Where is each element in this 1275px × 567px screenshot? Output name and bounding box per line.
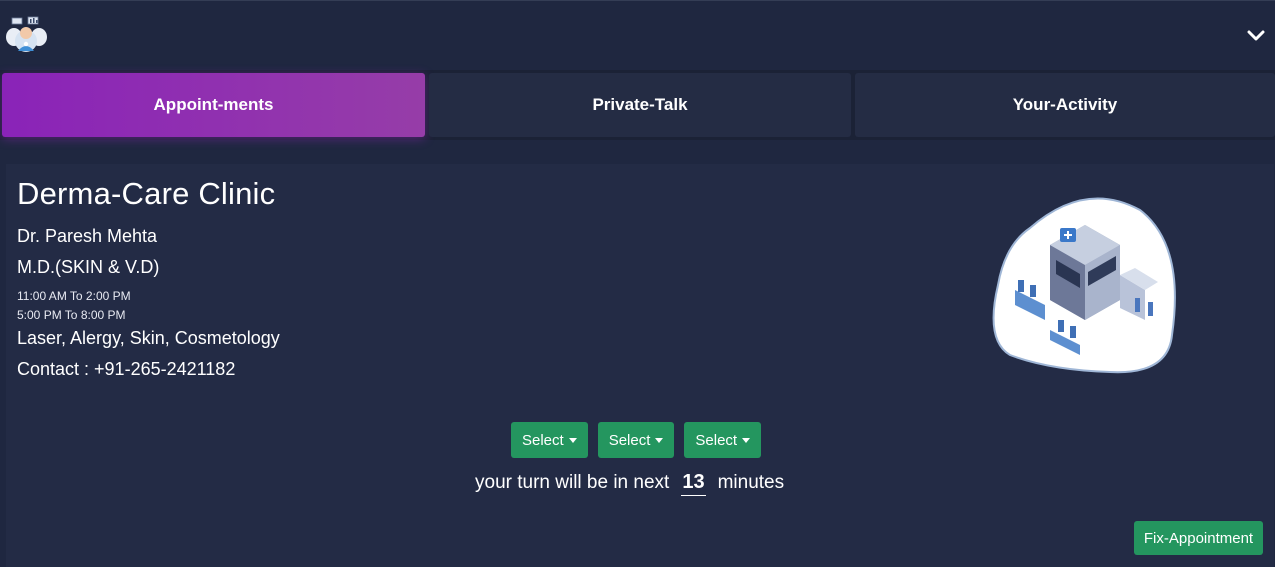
tab-your-activity[interactable]: Your-Activity: [855, 73, 1275, 137]
doctor-name: Dr. Paresh Mehta: [17, 226, 158, 246]
caret-down-icon: [655, 438, 664, 443]
doctor-qualification: M.D.(SKIN & V.D): [17, 257, 160, 277]
hospital-building-icon: [990, 190, 1180, 380]
turn-prefix: your turn will be in next: [475, 472, 670, 493]
doctor-avatar-icon[interactable]: [4, 15, 48, 55]
contact-number: Contact : +91-265-2421182: [17, 359, 236, 379]
specialities: Laser, Alergy, Skin, Cosmetology: [17, 328, 280, 348]
caret-down-icon: [568, 438, 577, 443]
select-label: Select: [608, 431, 651, 449]
timing-morning: 11:00 AM To 2:00 PM: [17, 289, 131, 303]
tab-appointments[interactable]: Appoint-ments: [2, 73, 425, 137]
fix-appointment-button[interactable]: Fix-Appointment: [1134, 521, 1263, 555]
chevron-down-icon[interactable]: [1243, 23, 1269, 49]
caret-down-icon: [742, 438, 751, 443]
tab-bar: Appoint-ments Private-Talk Your-Activity: [0, 70, 1275, 140]
clinic-name: Derma-Care Clinic: [17, 176, 276, 211]
select-label: Select: [695, 431, 738, 449]
select-dropdown-2[interactable]: Select: [597, 422, 675, 458]
select-dropdown-3[interactable]: Select: [684, 422, 762, 458]
select-dropdown-1[interactable]: Select: [511, 422, 588, 458]
turn-minutes: 13: [681, 471, 706, 496]
select-label: Select: [522, 431, 564, 449]
clinic-card: Derma-Care Clinic Dr. Paresh Mehta M.D.(…: [6, 164, 1274, 567]
tab-private-talk[interactable]: Private-Talk: [429, 73, 851, 137]
select-group: Select Select Select: [511, 422, 762, 458]
turn-estimate: your turn will be in next 13 minutes: [475, 471, 784, 496]
top-bar: [0, 0, 1275, 70]
timing-evening: 5:00 PM To 8:00 PM: [17, 308, 126, 322]
turn-suffix: minutes: [717, 472, 785, 493]
